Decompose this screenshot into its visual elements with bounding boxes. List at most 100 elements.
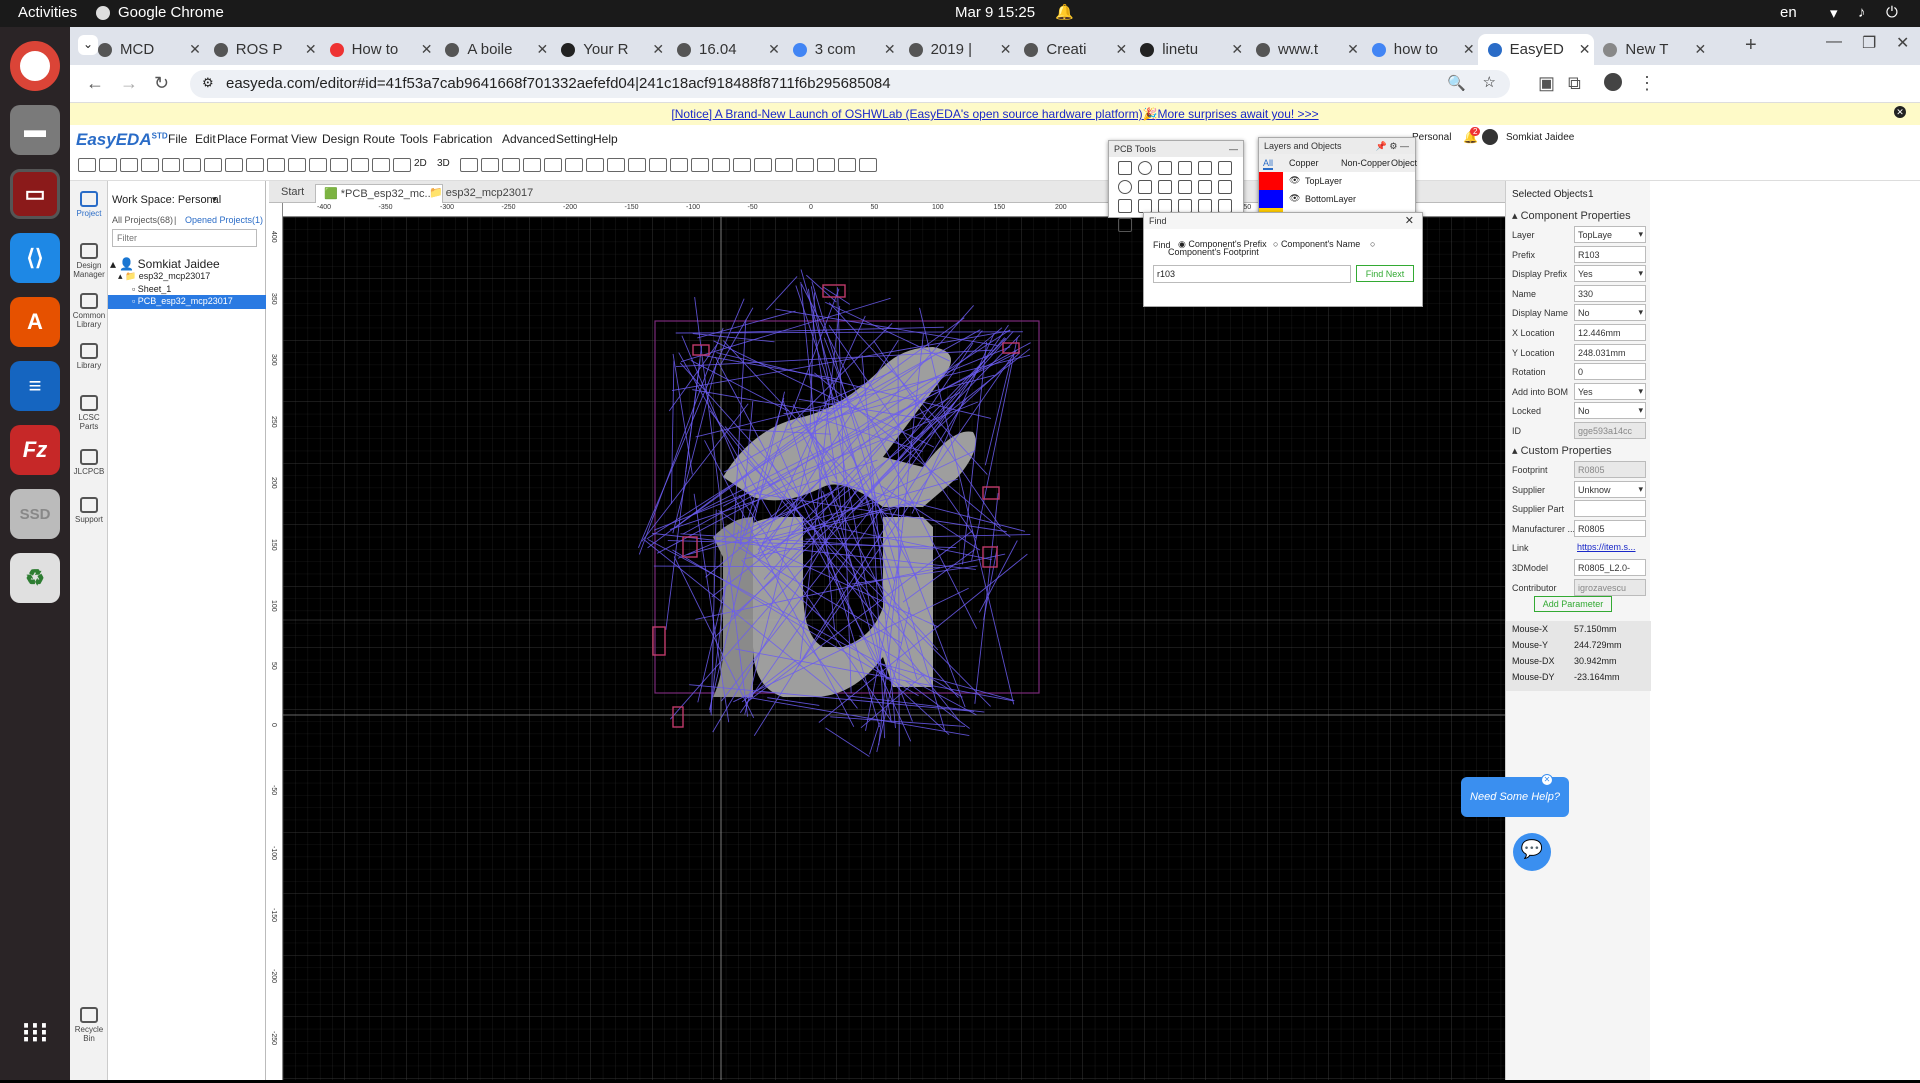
toolbar-tool-icon[interactable] bbox=[372, 157, 390, 172]
minimize-panel-icon[interactable]: — bbox=[1229, 144, 1238, 154]
property-value[interactable]: Unknow bbox=[1574, 480, 1646, 498]
menu-file[interactable]: File bbox=[168, 132, 187, 146]
hole-icon[interactable] bbox=[1218, 199, 1232, 213]
menu-fabrication[interactable]: Fabrication bbox=[433, 132, 492, 146]
menu-format[interactable]: Format bbox=[250, 132, 288, 146]
menu-tools[interactable]: Tools bbox=[400, 132, 428, 146]
close-tab-icon[interactable]: ✕ bbox=[1112, 41, 1130, 58]
toolbar-tool-icon[interactable] bbox=[586, 157, 604, 172]
power-icon[interactable]: ⏻ bbox=[1886, 4, 1898, 21]
volume-icon[interactable]: ♪ bbox=[1858, 4, 1866, 21]
leftnav-project[interactable]: Project bbox=[70, 191, 108, 218]
toolbar-tool-icon[interactable] bbox=[393, 157, 411, 172]
find-next-button[interactable]: Find Next bbox=[1356, 265, 1414, 282]
layer-tab-object[interactable]: Object bbox=[1391, 158, 1417, 168]
tab-2[interactable]: How to ✕ bbox=[320, 34, 436, 65]
pcb-tools-header[interactable]: PCB Tools — bbox=[1109, 141, 1243, 157]
close-tab-icon[interactable]: ✕ bbox=[881, 41, 899, 58]
user-name[interactable]: Somkiat Jaidee bbox=[1506, 132, 1574, 143]
software-icon[interactable]: A bbox=[10, 297, 60, 347]
activities-button[interactable]: Activities bbox=[18, 4, 77, 21]
toolbar-tool-icon[interactable] bbox=[309, 157, 327, 172]
chrome-icon[interactable] bbox=[10, 41, 60, 91]
find-input[interactable]: r103 bbox=[1153, 265, 1351, 283]
toolbar-tool-icon[interactable] bbox=[649, 157, 667, 172]
leftnav-recycle-bin[interactable]: Recycle Bin bbox=[70, 1007, 108, 1043]
tab-3[interactable]: A boile ✕ bbox=[435, 34, 551, 65]
menu-help[interactable]: Help bbox=[593, 132, 618, 146]
doc-tab-schematic[interactable]: 📁 esp32_mcp23017 bbox=[421, 184, 541, 203]
arc-icon[interactable] bbox=[1198, 161, 1212, 175]
toolbar-tool-icon[interactable] bbox=[225, 157, 243, 172]
tab-12[interactable]: EasyED ✕ bbox=[1477, 34, 1594, 65]
wire-icon[interactable] bbox=[1118, 161, 1132, 175]
region-icon[interactable] bbox=[1118, 218, 1132, 232]
rect-icon[interactable] bbox=[1138, 199, 1152, 213]
tab-10[interactable]: www.t ✕ bbox=[1246, 34, 1362, 65]
close-tab-icon[interactable]: ✕ bbox=[186, 41, 204, 58]
toolbar-tool-icon[interactable] bbox=[351, 157, 369, 172]
menu-place[interactable]: Place bbox=[217, 132, 247, 146]
select-icon[interactable] bbox=[1158, 180, 1172, 194]
via-icon[interactable] bbox=[1158, 161, 1172, 175]
toolbar-tool-icon[interactable]: 2D bbox=[414, 158, 434, 172]
tab-13[interactable]: New T ✕ bbox=[1593, 34, 1709, 65]
leftnav-jlcpcb[interactable]: JLCPCB bbox=[70, 449, 108, 476]
eye-icon[interactable]: 👁 bbox=[1289, 193, 1300, 204]
toolbar-tool-icon[interactable] bbox=[288, 157, 306, 172]
tree-owner[interactable]: ▴ 👤 Somkiat Jaidee bbox=[110, 257, 220, 271]
pcb-canvas[interactable] bbox=[283, 217, 1505, 1080]
toolbar-tool-icon[interactable] bbox=[460, 157, 478, 172]
toolbar-tool-icon[interactable] bbox=[712, 157, 730, 172]
poly-icon[interactable] bbox=[1158, 199, 1172, 213]
forward-icon[interactable]: → bbox=[120, 73, 138, 94]
filter-input[interactable] bbox=[112, 229, 257, 247]
property-value[interactable]: R0805_L2.0- bbox=[1574, 559, 1646, 576]
toolbar-tool-icon[interactable] bbox=[817, 157, 835, 172]
vscode-icon[interactable]: ⟨⟩ bbox=[10, 233, 60, 283]
close-icon[interactable]: ✕ bbox=[1405, 214, 1414, 227]
leftnav-support[interactable]: Support bbox=[70, 497, 108, 524]
toolbar-tool-icon[interactable] bbox=[754, 157, 772, 172]
pan-icon[interactable] bbox=[1138, 180, 1152, 194]
toolbar-tool-icon[interactable] bbox=[670, 157, 688, 172]
text-icon[interactable] bbox=[1178, 161, 1192, 175]
image-icon[interactable] bbox=[1178, 180, 1192, 194]
tab-4[interactable]: Your R ✕ bbox=[551, 34, 667, 65]
back-icon[interactable]: ← bbox=[86, 73, 104, 94]
property-value[interactable]: 12.446mm bbox=[1574, 324, 1646, 341]
layer-color-swatch[interactable] bbox=[1259, 190, 1283, 208]
extension-icon[interactable]: ▣ bbox=[1538, 73, 1555, 94]
layers-header[interactable]: Layers and Objects 📌 ⚙ — bbox=[1259, 138, 1415, 154]
angle-icon[interactable] bbox=[1218, 180, 1232, 194]
close-tab-icon[interactable]: ✕ bbox=[1576, 41, 1594, 58]
menu-setting[interactable]: Setting bbox=[556, 132, 593, 146]
site-info-icon[interactable]: ⚙ bbox=[202, 75, 214, 91]
chevron-down-icon[interactable]: ▾ bbox=[212, 194, 217, 205]
toolbar-tool-icon[interactable] bbox=[267, 157, 285, 172]
property-value[interactable] bbox=[1574, 500, 1646, 518]
toolbar-tool-icon[interactable] bbox=[691, 157, 709, 172]
toolbar-tool-icon[interactable] bbox=[733, 157, 751, 172]
toolbar-tool-icon[interactable] bbox=[565, 157, 583, 172]
layers-controls[interactable]: 📌 ⚙ — bbox=[1376, 141, 1409, 152]
close-tab-icon[interactable]: ✕ bbox=[1460, 41, 1478, 58]
arc2-icon[interactable] bbox=[1218, 161, 1232, 175]
trash-icon[interactable]: ♻ bbox=[10, 553, 60, 603]
restore-button[interactable]: ❐ bbox=[1862, 33, 1876, 53]
toolbar-tool-icon[interactable] bbox=[523, 157, 541, 172]
property-value[interactable]: R0805 bbox=[1574, 519, 1646, 537]
toolbar-tool-icon[interactable]: 3D bbox=[437, 158, 457, 172]
language-indicator[interactable]: en bbox=[1780, 4, 1797, 21]
measure-icon[interactable] bbox=[1178, 199, 1192, 213]
menu-advanced[interactable]: Advanced bbox=[502, 132, 555, 146]
close-tab-icon[interactable]: ✕ bbox=[649, 41, 667, 58]
property-value[interactable]: Yes bbox=[1574, 265, 1646, 283]
toolbar-tool-icon[interactable] bbox=[544, 157, 562, 172]
toolbar-tool-icon[interactable] bbox=[481, 157, 499, 172]
toolbar-tool-icon[interactable] bbox=[99, 157, 117, 172]
toolbar-tool-icon[interactable] bbox=[246, 157, 264, 172]
eye-icon[interactable]: 👁 bbox=[1289, 175, 1300, 186]
terminal-icon[interactable]: ▭ bbox=[10, 169, 60, 219]
clock[interactable]: Mar 9 15:25 bbox=[955, 4, 1035, 21]
